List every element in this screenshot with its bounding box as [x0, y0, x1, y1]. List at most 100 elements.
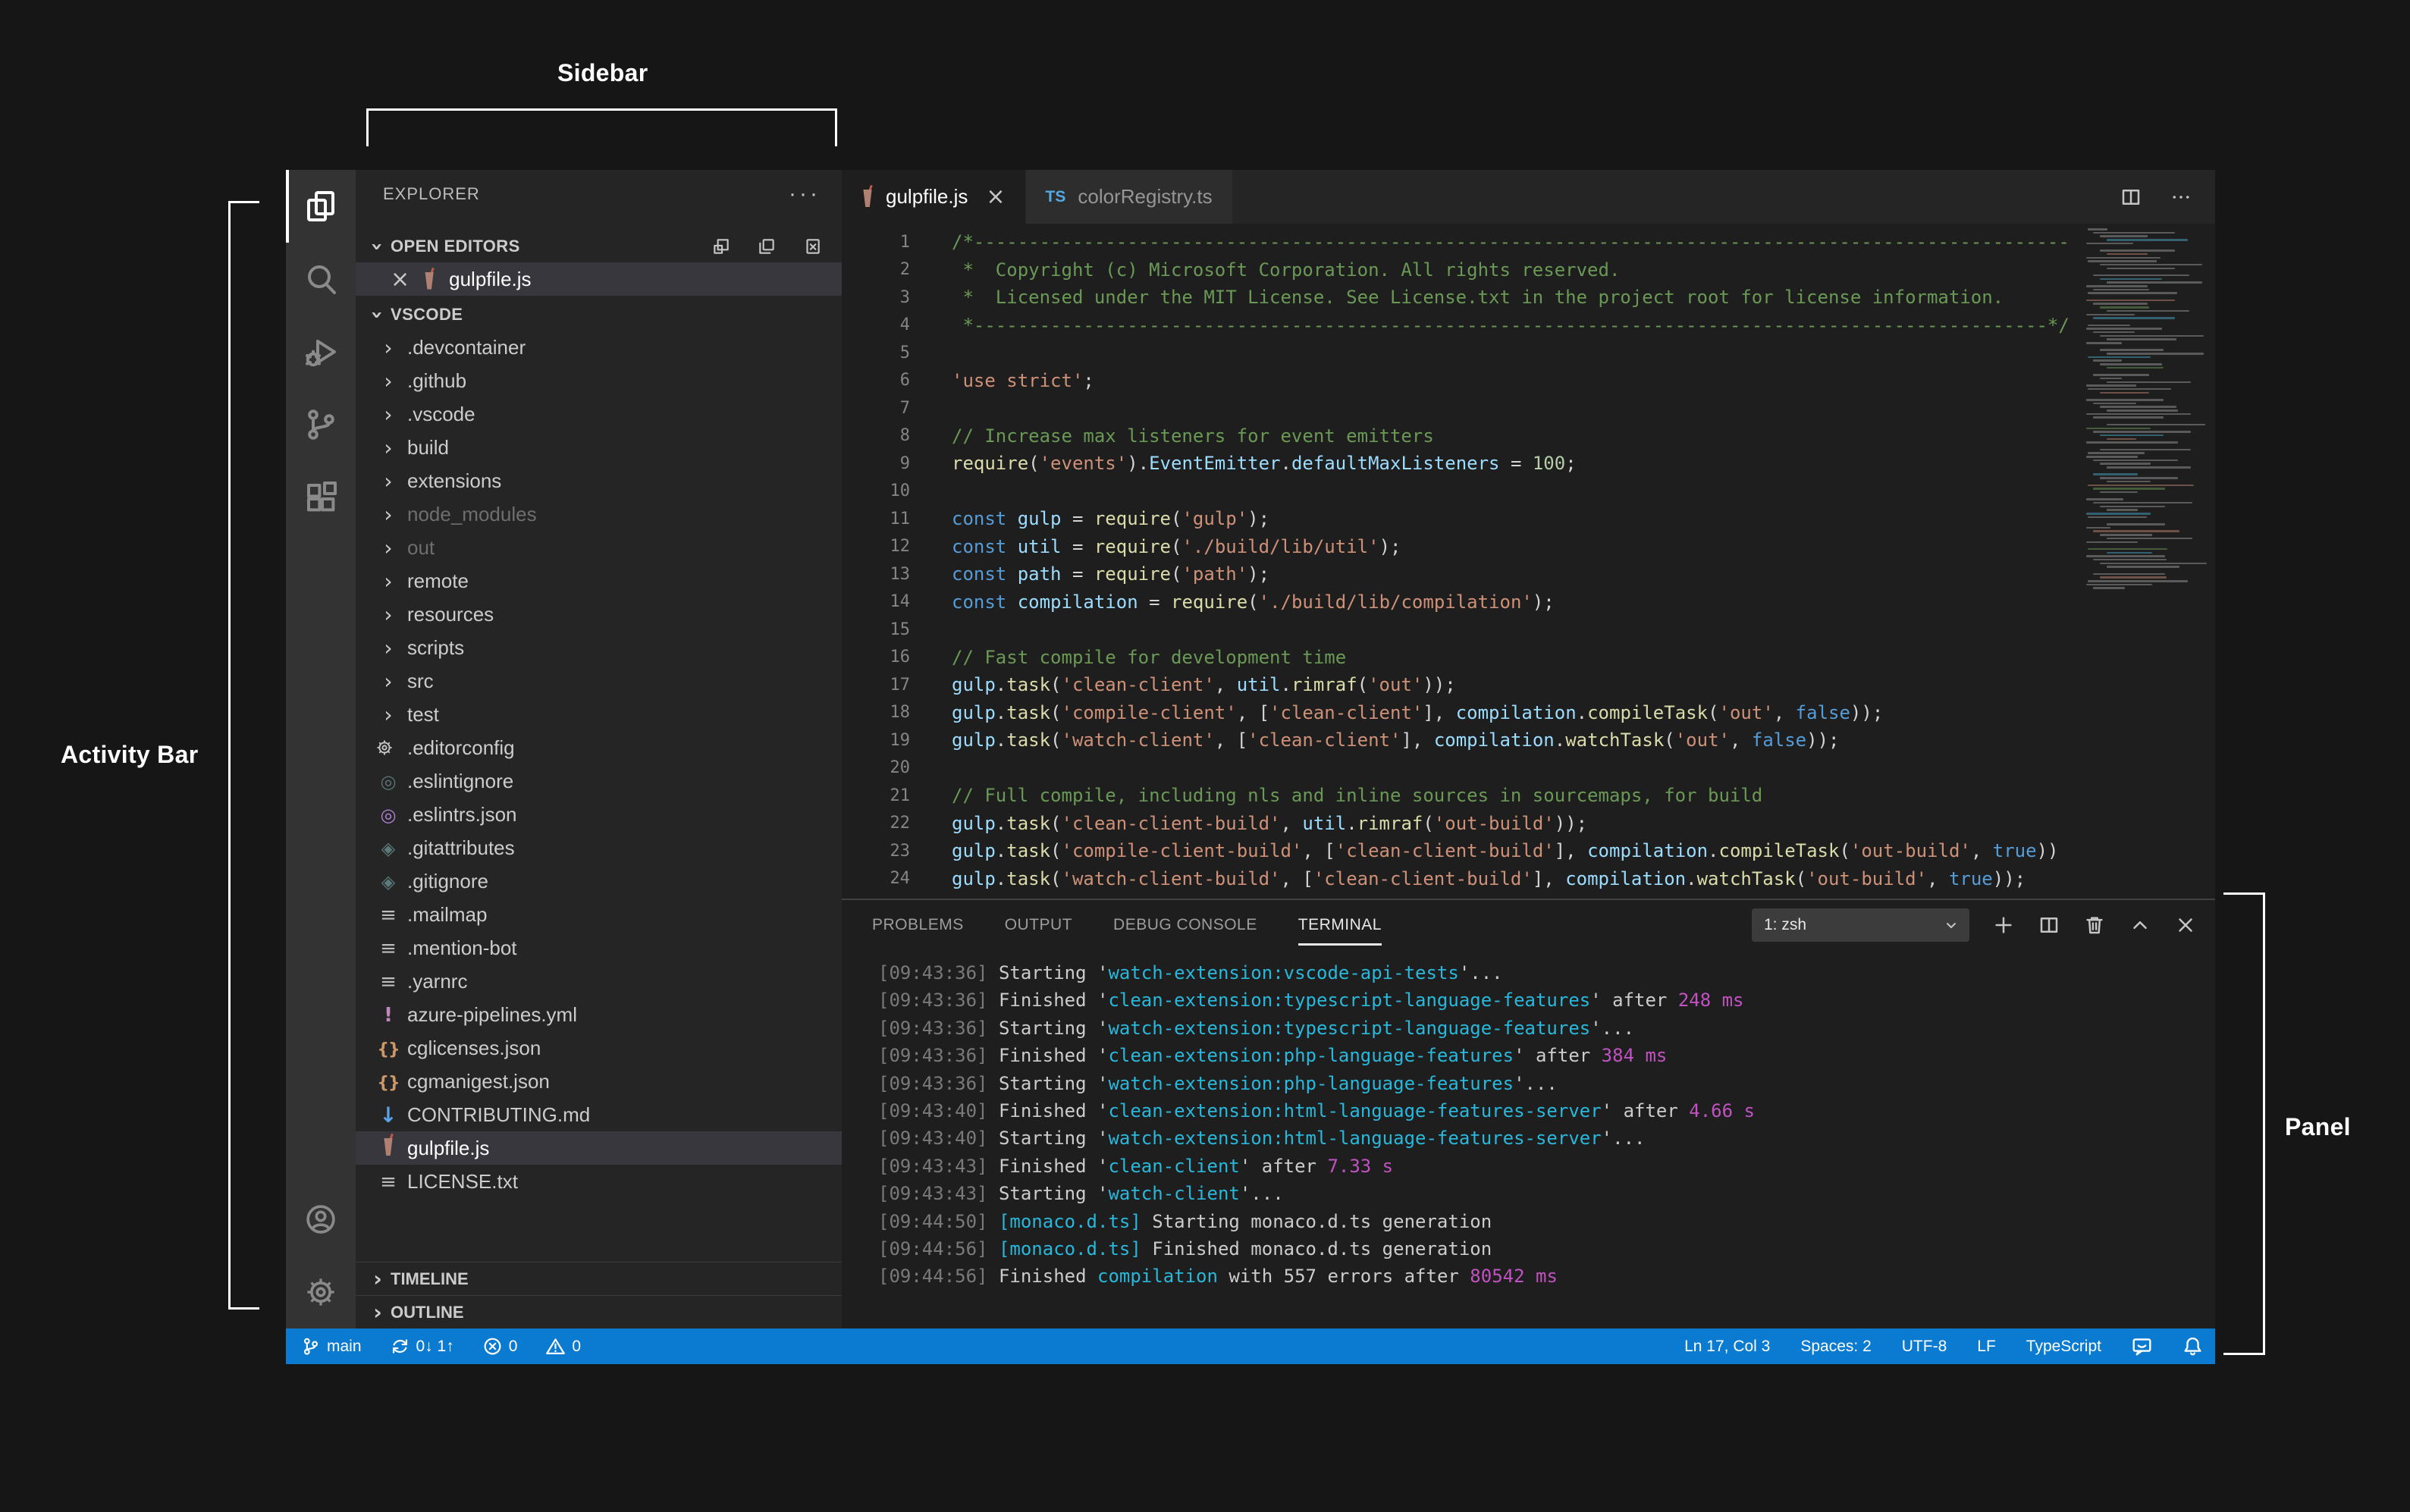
tree-item-.yarnrc[interactable]: ≡ .yarnrc — [356, 965, 842, 998]
status-item[interactable]: Ln 17, Col 3 — [1684, 1338, 1770, 1356]
tree-item-out[interactable]: › out — [356, 531, 842, 564]
tab-gulpfile.js[interactable]: gulpfile.js × — [842, 170, 1026, 224]
more-actions-icon[interactable] — [2170, 186, 2192, 209]
status-warning[interactable]: 0 — [546, 1337, 581, 1356]
tree-item-label: build — [407, 435, 449, 459]
status-feedback[interactable] — [2132, 1336, 2152, 1357]
status-item[interactable]: TypeScript — [2026, 1338, 2101, 1356]
branch-icon — [301, 1337, 320, 1356]
status-label: 0 — [572, 1337, 582, 1355]
open-editors-section-header[interactable]: › OPEN EDITORS — [356, 231, 842, 262]
panel-tab-debug-console[interactable]: DEBUG CONSOLE — [1113, 900, 1257, 950]
tree-item-label: extensions — [407, 469, 502, 492]
activity-bar-item-account[interactable] — [286, 1183, 356, 1256]
tree-item-.devcontainer[interactable]: › .devcontainer — [356, 331, 842, 364]
tree-item-src[interactable]: › src — [356, 664, 842, 698]
annotation-activity-bar-label: Activity Bar — [61, 741, 199, 768]
tree-item-remote[interactable]: › remote — [356, 564, 842, 598]
close-icon[interactable]: × — [391, 266, 410, 293]
line-number: 16 — [890, 648, 911, 667]
typescript-icon: TS — [1045, 187, 1066, 205]
line-number: 3 — [899, 287, 910, 307]
chevron-right-icon: › — [384, 535, 393, 560]
toggle-layout-icon[interactable] — [711, 237, 731, 256]
tree-item-.github[interactable]: › .github — [356, 364, 842, 397]
new-terminal-icon[interactable] — [1992, 914, 2015, 936]
tree-item-.gitignore[interactable]: ◈ .gitignore — [356, 864, 842, 898]
terminal-output[interactable]: [09:43:36] Starting 'watch-extension:vsc… — [842, 950, 2215, 1294]
status-label: TypeScript — [2026, 1337, 2101, 1355]
code-line: 16 // Fast compile for development time — [842, 644, 2215, 672]
status-branch[interactable]: main — [301, 1337, 362, 1356]
chevron-right-icon: › — [384, 601, 393, 627]
split-terminal-icon[interactable] — [2038, 914, 2060, 936]
activity-bar-item-explorer[interactable] — [286, 170, 356, 243]
workspace-section-header[interactable]: › VSCODE — [356, 299, 842, 331]
minimap[interactable] — [2079, 225, 2214, 589]
code-line: 21 // Full compile, including nls and in… — [842, 782, 2215, 810]
status-item[interactable]: Spaces: 2 — [1800, 1338, 1871, 1356]
tree-item-node_modules[interactable]: › node_modules — [356, 497, 842, 531]
code-editor[interactable]: 1 /*------------------------------------… — [842, 224, 2215, 899]
tree-item-.mailmap[interactable]: ≡ .mailmap — [356, 898, 842, 931]
tree-item-LICENSE.txt[interactable]: ≡ LICENSE.txt — [356, 1165, 842, 1198]
tree-item-.vscode[interactable]: › .vscode — [356, 397, 842, 431]
status-error[interactable]: 0 — [483, 1337, 517, 1356]
tree-item-.gitattributes[interactable]: ◈ .gitattributes — [356, 831, 842, 864]
tree-item-.editorconfig[interactable]: .editorconfig — [356, 731, 842, 764]
terminal-line: [09:43:43] Finished 'clean-client' after… — [878, 1155, 1394, 1177]
explorer-more-icon[interactable]: ··· — [789, 183, 821, 205]
tree-item-gulpfile.js[interactable]: gulpfile.js — [356, 1131, 842, 1165]
annotation-activity-bar-bracket — [228, 201, 259, 1310]
line-number: 6 — [899, 371, 910, 391]
tree-item-test[interactable]: › test — [356, 698, 842, 731]
code-line: 14 const compilation = require('./build/… — [842, 588, 2215, 616]
activity-bar-item-run-debug[interactable] — [286, 315, 356, 388]
activity-bar-item-source-control[interactable] — [286, 388, 356, 461]
chevron-right-icon: › — [384, 401, 393, 427]
close-icon[interactable]: × — [986, 184, 1005, 210]
terminal-shell-select[interactable]: 1: zsh — [1752, 908, 1969, 942]
open-editor-item[interactable]: × gulpfile.js — [356, 262, 842, 296]
tree-item-label: gulpfile.js — [407, 1136, 490, 1159]
tree-item-cgmanigest.json[interactable]: {} cgmanigest.json — [356, 1065, 842, 1098]
open-editor-label: gulpfile.js — [449, 267, 532, 290]
panel-tab-output[interactable]: OUTPUT — [1005, 900, 1072, 950]
status-item[interactable]: LF — [1977, 1338, 1996, 1356]
git-icon: ◈ — [381, 870, 396, 892]
tree-item-cglicenses.json[interactable]: {} cglicenses.json — [356, 1031, 842, 1065]
sidebar-section-timeline[interactable]: › TIMELINE — [356, 1262, 842, 1295]
status-item[interactable]: UTF-8 — [1902, 1338, 1947, 1356]
activity-bar-item-extensions[interactable] — [286, 461, 356, 534]
maximize-panel-icon[interactable] — [2129, 914, 2151, 936]
tree-item-.mention-bot[interactable]: ≡ .mention-bot — [356, 931, 842, 965]
tree-item-azure-pipelines.yml[interactable]: ! azure-pipelines.yml — [356, 998, 842, 1031]
tree-item-CONTRIBUTING.md[interactable]: ↓ CONTRIBUTING.md — [356, 1098, 842, 1131]
activity-bar-item-settings[interactable] — [286, 1256, 356, 1328]
panel-tab-terminal[interactable]: TERMINAL — [1298, 900, 1382, 950]
split-editor-icon[interactable] — [2120, 186, 2142, 209]
git-icon: ◈ — [381, 837, 396, 859]
save-all-icon[interactable] — [757, 237, 777, 256]
close-panel-icon[interactable] — [2174, 914, 2197, 936]
close-all-icon[interactable] — [802, 237, 822, 256]
tree-item-scripts[interactable]: › scripts — [356, 631, 842, 664]
tree-item-resources[interactable]: › resources — [356, 598, 842, 631]
sidebar-section-outline[interactable]: › OUTLINE — [356, 1295, 842, 1328]
tree-item-extensions[interactable]: › extensions — [356, 464, 842, 497]
tree-item-.eslintignore[interactable]: ◎ .eslintignore — [356, 764, 842, 798]
tab-colorRegistry.ts[interactable]: TS colorRegistry.ts — [1025, 170, 1233, 224]
kill-terminal-icon[interactable] — [2083, 914, 2106, 936]
tree-item-.eslintrs.json[interactable]: ◎ .eslintrs.json — [356, 798, 842, 831]
tree-item-build[interactable]: › build — [356, 431, 842, 464]
tree-item-label: src — [407, 669, 434, 692]
status-label: 0↓ 1↑ — [416, 1337, 454, 1355]
panel-tab-problems[interactable]: PROBLEMS — [872, 900, 964, 950]
run-debug-icon — [303, 334, 339, 370]
panel: PROBLEMS OUTPUT DEBUG CONSOLE TERMINAL 1: z… — [842, 899, 2215, 1328]
chevron-right-icon: › — [384, 368, 393, 394]
activity-bar-item-search[interactable] — [286, 243, 356, 315]
tab-bar: gulpfile.js × TS colorRegistry.ts — [842, 170, 2215, 224]
status-sync[interactable]: 0↓ 1↑ — [391, 1337, 454, 1356]
status-bell[interactable] — [2182, 1336, 2203, 1357]
